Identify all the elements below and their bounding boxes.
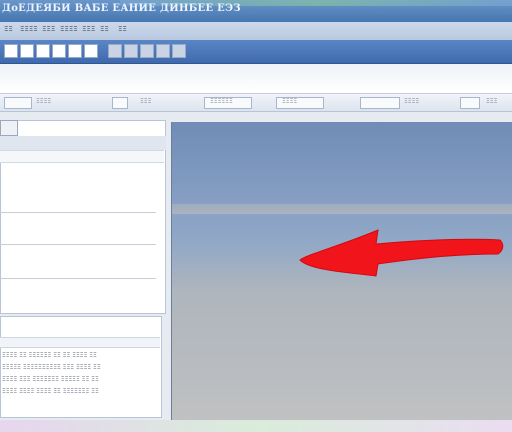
title-bar: ДоЕДЕЯБИ ВАБЕ ЕАНИЕ ДИНБЕЕ ЕЭЗ bbox=[0, 0, 512, 22]
menu-item-3[interactable]: ΞΞΞ bbox=[42, 25, 55, 37]
toolbar-button-1[interactable] bbox=[4, 44, 18, 58]
left-panel-divider-1 bbox=[0, 212, 156, 213]
left-panel-divider-2 bbox=[0, 244, 156, 245]
toolbar2-label-3: ΞΞΞΞΞΞ bbox=[210, 98, 233, 105]
menu-item-4[interactable]: ΞΞΞΞ bbox=[60, 25, 78, 37]
left-panel-header bbox=[0, 136, 166, 150]
toolbar2-label-5: ΞΞΞΞ bbox=[404, 98, 420, 105]
toolbar2-field-1[interactable] bbox=[4, 97, 32, 109]
toolbar-button-4[interactable] bbox=[52, 44, 66, 58]
toolbar-button-9[interactable] bbox=[140, 44, 154, 58]
red-arrow-icon bbox=[299, 229, 504, 277]
toolbar-button-8[interactable] bbox=[124, 44, 138, 58]
toolbar-button-6[interactable] bbox=[84, 44, 98, 58]
menu-item-5[interactable]: ΞΞΞ bbox=[82, 25, 95, 37]
toolbar2-field-2[interactable] bbox=[112, 97, 128, 109]
toolbar2-label-1: ΞΞΞΞ bbox=[36, 98, 52, 105]
log-line-1: ΞΞΞΞ ΞΞ ΞΞΞΞΞΞ ΞΞ ΞΞ ΞΞΞΞ ΞΞ bbox=[2, 352, 97, 359]
footer-strip bbox=[0, 420, 512, 432]
left-panel-selected-row[interactable] bbox=[0, 150, 164, 163]
secondary-toolbar bbox=[0, 94, 512, 112]
toolbar2-field-6[interactable] bbox=[460, 97, 480, 109]
toolbar2-label-4: ΞΞΞΞ bbox=[282, 98, 298, 105]
menu-item-7[interactable]: ΞΞ bbox=[118, 25, 127, 37]
left-panel-tab[interactable] bbox=[0, 120, 18, 136]
ribbon-band bbox=[0, 64, 512, 94]
toolbar-button-7[interactable] bbox=[108, 44, 122, 58]
toolbar2-field-5[interactable] bbox=[360, 97, 400, 109]
toolbar-button-11[interactable] bbox=[172, 44, 186, 58]
toolbar-button-2[interactable] bbox=[20, 44, 34, 58]
menu-item-2[interactable]: ΞΞΞΞ bbox=[20, 25, 38, 37]
log-line-3: ΞΞΞΞ ΞΞΞ ΞΞΞΞΞΞΞ ΞΞΞΞΞ ΞΞ ΞΞ bbox=[2, 376, 99, 383]
toolbar-button-5[interactable] bbox=[68, 44, 82, 58]
toolbar-button-10[interactable] bbox=[156, 44, 170, 58]
viewport-horizon bbox=[172, 204, 512, 214]
menu-item-6[interactable]: ΞΞ bbox=[100, 25, 109, 37]
window-title: ДоЕДЕЯБИ ВАБЕ ЕАНИЕ ДИНБЕЕ ЕЭЗ bbox=[2, 3, 241, 14]
toolbar2-label-2: ΞΞΞ bbox=[140, 98, 152, 105]
log-highlight-row bbox=[0, 337, 160, 348]
log-line-4: ΞΞΞΞ ΞΞΞΞ ΞΞΞΞ ΞΞ ΞΞΞΞΞΞΞ ΞΞ bbox=[2, 388, 99, 395]
toolbar2-label-6: ΞΞΞ bbox=[486, 98, 498, 105]
menu-item-1[interactable]: ΞΞ bbox=[4, 25, 13, 37]
log-line-2: ΞΞΞΞΞ ΞΞΞΞΞΞΞΞΞΞ ΞΞΞ ΞΞΞΞ ΞΞ bbox=[2, 364, 101, 371]
toolbar-button-3[interactable] bbox=[36, 44, 50, 58]
left-panel-divider-3 bbox=[0, 278, 156, 279]
